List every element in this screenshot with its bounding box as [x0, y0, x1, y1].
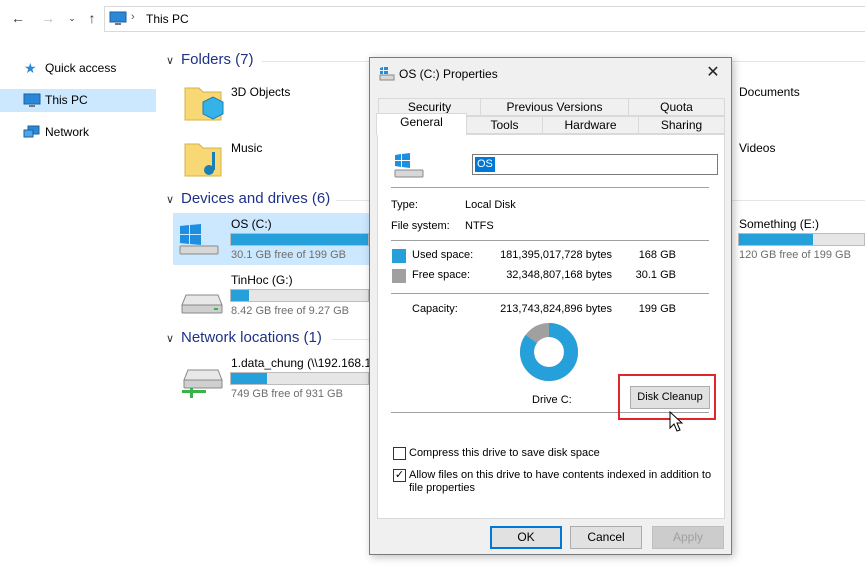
tab-general[interactable]: General — [376, 113, 467, 135]
up-arrow-icon[interactable]: ↑ — [82, 8, 102, 28]
section-divider — [732, 200, 865, 201]
used-space-label: Used space: — [412, 249, 474, 261]
divider — [391, 187, 709, 188]
address-bar[interactable]: › This PC — [104, 6, 865, 32]
music-folder-icon — [184, 143, 222, 177]
divider — [391, 240, 709, 241]
index-label: Allow files on this drive to have conten… — [409, 469, 719, 495]
type-label: Type: — [391, 199, 418, 211]
checkmark-icon: ✓ — [394, 469, 405, 481]
drive-usage-bar — [230, 372, 369, 385]
free-space-gb: 30.1 GB — [635, 269, 676, 281]
drive-usage-bar — [230, 289, 369, 302]
network-drive-label: 1.data_chung (\\192.168.1. — [231, 356, 375, 370]
drive-free-space: 120 GB free of 199 GB — [739, 249, 851, 261]
tab-sharing[interactable]: Sharing — [638, 116, 725, 134]
ok-button[interactable]: OK — [490, 526, 562, 549]
folder-label: Music — [231, 141, 263, 155]
windows-drive-icon — [179, 224, 219, 255]
drive-label: Something (E:) — [739, 217, 820, 231]
drive-usage-bar — [738, 233, 865, 246]
chevron-down-icon: ∨ — [166, 333, 175, 345]
drive-free-space: 30.1 GB free of 199 GB — [231, 249, 346, 261]
section-divider — [732, 61, 865, 62]
index-label-line1: Allow files on this drive to have conten… — [409, 469, 712, 481]
chevron-down-icon: ∨ — [166, 55, 175, 67]
mouse-cursor-icon — [669, 411, 683, 432]
drive-icon — [379, 67, 395, 81]
computer-icon — [23, 93, 41, 107]
tab-previous-versions[interactable]: Previous Versions — [480, 98, 629, 116]
index-label-line2: file properties — [409, 482, 476, 494]
capacity-label: Capacity: — [412, 303, 458, 315]
used-space-gb: 168 GB — [638, 249, 676, 261]
recent-locations-chevron-icon[interactable]: ⌄ — [62, 8, 82, 28]
general-tab-panel: OS Type: Local Disk File system: NTFS Us… — [377, 134, 725, 519]
sidebar-item-label: This PC — [45, 93, 88, 107]
index-checkbox[interactable]: ✓ — [393, 469, 406, 482]
divider — [391, 293, 709, 294]
capacity-bytes: 213,743,824,896 bytes — [500, 303, 612, 315]
drive-caption: Drive C: — [532, 394, 572, 406]
drive-label: TinHoc (G:) — [231, 273, 293, 287]
close-icon[interactable]: ✕ — [703, 63, 723, 83]
computer-icon — [109, 11, 127, 25]
network-drive-icon — [182, 369, 223, 398]
back-arrow-icon[interactable]: ← — [8, 8, 28, 28]
forward-arrow-icon[interactable]: → — [38, 8, 58, 28]
devices-section-header[interactable]: ∨ Devices and drives (6) — [166, 190, 330, 207]
apply-button[interactable]: Apply — [652, 526, 724, 549]
drive-usage-fill — [739, 234, 813, 245]
annotation-highlight — [618, 374, 716, 420]
breadcrumb-separator-icon: › — [131, 11, 135, 23]
folders-section-header[interactable]: ∨ Folders (7) — [166, 51, 254, 68]
type-value: Local Disk — [465, 199, 516, 211]
sidebar-item-label: Network — [45, 125, 90, 139]
sidebar-item-this-pc[interactable]: This PC — [0, 89, 156, 112]
network-icon — [23, 125, 40, 138]
breadcrumb[interactable]: This PC — [146, 12, 189, 26]
drive-label: OS (C:) — [231, 217, 272, 231]
properties-dialog: OS (C:) Properties ✕ Security Previous V… — [369, 57, 732, 555]
tab-quota[interactable]: Quota — [628, 98, 725, 116]
capacity-gb: 199 GB — [638, 303, 676, 315]
file-system-label: File system: — [391, 220, 450, 232]
free-space-label: Free space: — [412, 269, 471, 281]
compress-checkbox[interactable] — [393, 447, 406, 460]
sidebar-item-quick-access[interactable]: ★ Quick access — [0, 57, 156, 80]
drive-name-value: OS — [475, 157, 495, 172]
used-space-bytes: 181,395,017,728 bytes — [500, 249, 612, 261]
section-divider — [332, 339, 369, 340]
sidebar-item-network[interactable]: Network — [0, 121, 156, 144]
used-space-swatch — [392, 249, 406, 263]
drive-usage-fill — [231, 290, 249, 301]
dialog-title: OS (C:) Properties — [399, 67, 498, 81]
chevron-down-icon: ∨ — [166, 194, 175, 206]
section-divider — [336, 200, 369, 201]
tab-hardware[interactable]: Hardware — [542, 116, 639, 134]
3d-objects-folder-icon — [184, 87, 224, 121]
drive-name-input[interactable]: OS — [472, 154, 718, 175]
folder-label: 3D Objects — [231, 85, 291, 99]
drive-usage-fill — [231, 234, 368, 245]
section-divider — [262, 61, 369, 62]
drive-free-space: 8.42 GB free of 9.27 GB — [231, 305, 350, 317]
file-system-value: NTFS — [465, 220, 494, 232]
free-space-bytes: 32,348,807,168 bytes — [506, 269, 612, 281]
hard-drive-icon — [181, 294, 223, 314]
folder-label: Documents — [739, 85, 800, 99]
cancel-button[interactable]: Cancel — [570, 526, 642, 549]
windows-drive-icon — [394, 153, 424, 178]
drive-free-space: 749 GB free of 931 GB — [231, 388, 343, 400]
star-icon: ★ — [24, 60, 37, 76]
drive-usage-bar — [230, 233, 369, 246]
drive-usage-fill — [231, 373, 267, 384]
disk-usage-donut — [520, 323, 578, 381]
compress-label: Compress this drive to save disk space — [409, 447, 600, 459]
network-section-header[interactable]: ∨ Network locations (1) — [166, 329, 322, 346]
tab-tools[interactable]: Tools — [466, 116, 543, 134]
folder-label: Videos — [739, 141, 776, 155]
free-space-swatch — [392, 269, 406, 283]
sidebar-item-label: Quick access — [45, 61, 117, 75]
